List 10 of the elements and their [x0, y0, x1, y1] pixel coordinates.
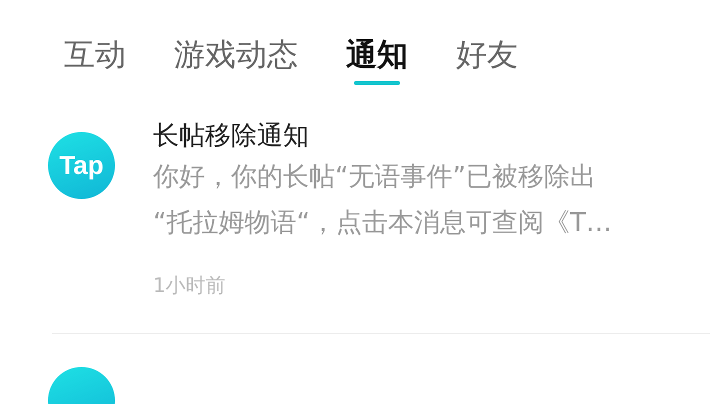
- tab-indicator: [354, 81, 400, 85]
- tab[interactable]: 通知: [332, 30, 422, 88]
- app-logo: Tap: [48, 132, 115, 199]
- notification-time: 1小时前: [153, 272, 227, 299]
- notification-title: 长帖移除通知: [153, 120, 310, 153]
- tab[interactable]: 好友: [442, 30, 532, 88]
- tab[interactable]: 互动: [50, 30, 140, 88]
- notification-text: “托拉姆物语“，点击本消息可查阅《T…: [153, 207, 612, 240]
- notification-text: 你好，你的长帖“无语事件”已被移除出: [153, 161, 597, 194]
- tab[interactable]: 游戏动态: [160, 30, 312, 88]
